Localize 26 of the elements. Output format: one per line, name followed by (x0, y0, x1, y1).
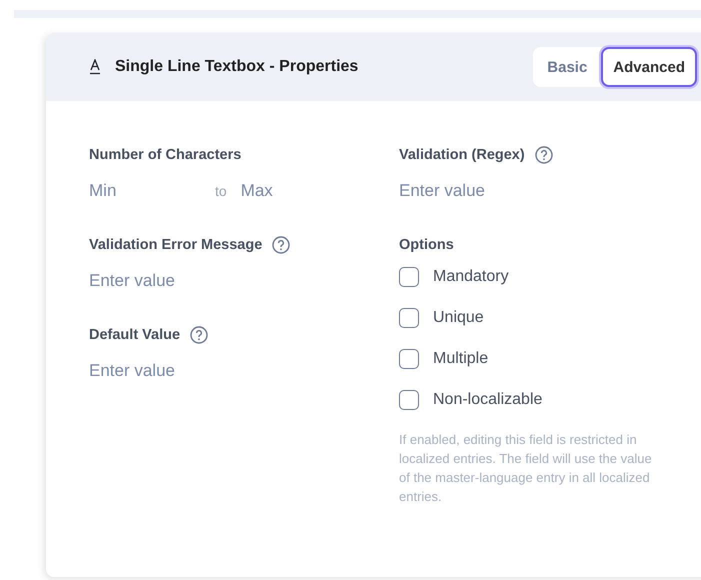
option-label: Non-localizable (433, 391, 542, 409)
option-label: Unique (433, 309, 484, 327)
option-label: Multiple (433, 350, 488, 368)
panel-title: Single Line Textbox - Properties (115, 58, 358, 76)
field-label: Options (399, 237, 454, 253)
checkbox[interactable] (399, 267, 419, 287)
range-separator: to (215, 183, 227, 199)
max-field[interactable]: Max (240, 179, 301, 203)
option-label: Mandatory (433, 268, 509, 286)
text-field-icon (89, 59, 101, 75)
min-field[interactable]: Min (89, 179, 209, 203)
input-field[interactable]: Enter value (399, 179, 619, 203)
checkbox[interactable] (399, 349, 419, 369)
hint-text: If enabled, editing this field is restricted in localized entries. The field will use the value of the master-language entry in all localized entries. (399, 431, 653, 506)
field-label: Validation (Regex) (399, 147, 525, 163)
checkbox[interactable] (399, 308, 419, 328)
tab[interactable]: Advanced (601, 47, 697, 87)
field-label: Validation Error Message (89, 237, 262, 253)
field-label: Default Value (89, 327, 180, 343)
checkbox[interactable] (399, 390, 419, 410)
input-field[interactable]: Enter value (89, 269, 309, 293)
help-icon[interactable] (534, 146, 553, 164)
help-icon[interactable] (272, 236, 290, 254)
field-label: Number of Characters (89, 147, 242, 163)
input-field[interactable]: Enter value (89, 359, 309, 383)
help-icon[interactable] (190, 326, 208, 344)
